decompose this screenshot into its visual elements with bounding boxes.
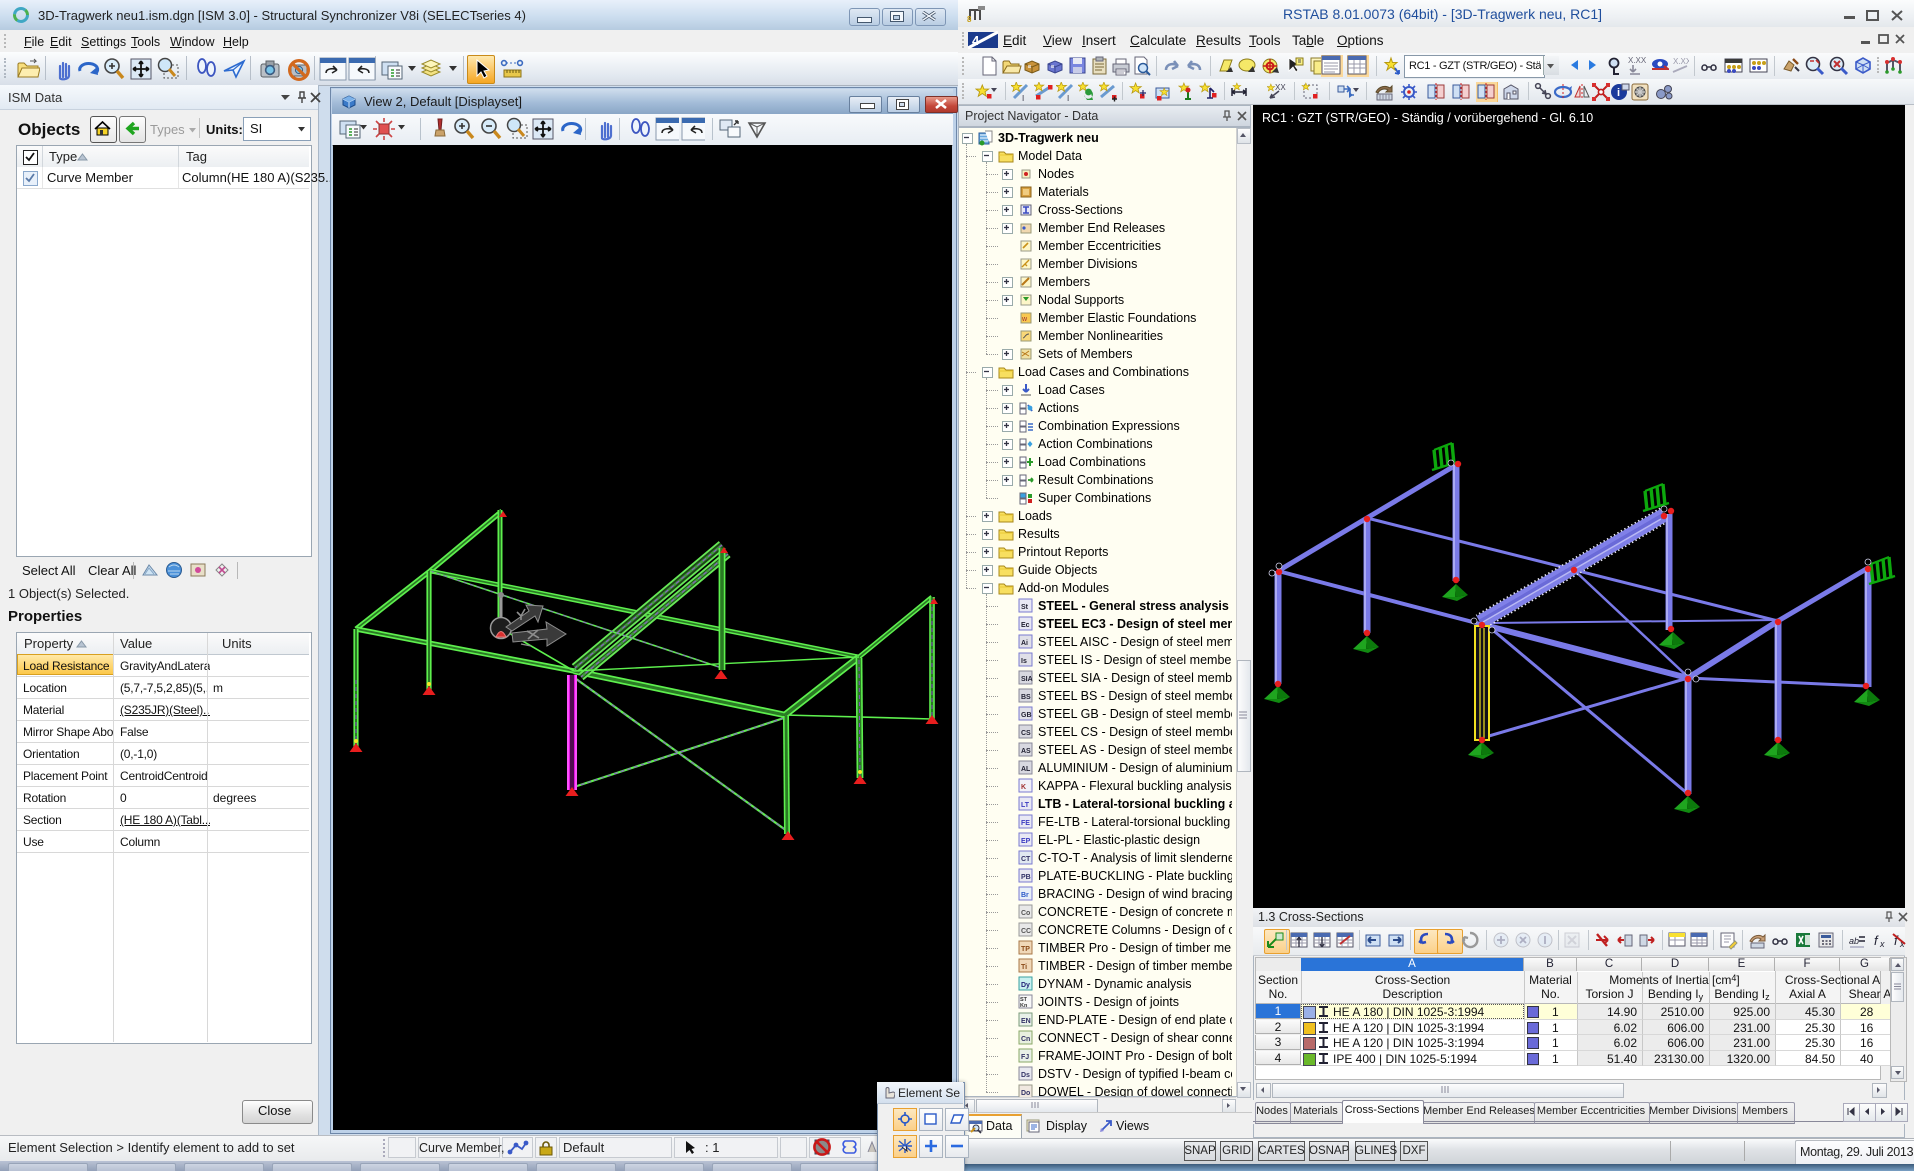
svg-text:X.XX: X.XX (1628, 56, 1646, 65)
svg-text:Kn: Kn (1020, 1003, 1028, 1009)
svg-text:f: f (1874, 933, 1879, 948)
svg-text:FE: FE (1021, 820, 1030, 827)
svg-text:AS: AS (1021, 748, 1031, 755)
svg-text:PB: PB (1021, 874, 1031, 881)
svg-text:I: I (1067, 94, 1069, 102)
svg-text:Ti: Ti (1021, 964, 1027, 971)
svg-text:8: 8 (967, 15, 972, 23)
svg-text:EP: EP (1021, 838, 1031, 845)
svg-text:FJ: FJ (1021, 1054, 1029, 1061)
svg-text:GB: GB (1021, 712, 1032, 719)
svg-text:i: i (1617, 87, 1620, 99)
svg-text:X.XX: X.XX (1673, 57, 1689, 66)
svg-text:SIA: SIA (1021, 676, 1033, 683)
svg-text:x: x (1879, 939, 1885, 949)
svg-text:Do: Do (1021, 1090, 1030, 1097)
svg-text:I: I (1022, 94, 1024, 102)
svg-text:w: w (1021, 316, 1028, 323)
svg-text:K: K (1021, 784, 1026, 791)
svg-text:EN: EN (1021, 1018, 1031, 1025)
svg-text:Co: Co (1021, 910, 1030, 917)
svg-text:Br: Br (1021, 892, 1029, 899)
svg-text:4: 4 (972, 33, 980, 48)
svg-text:TP: TP (1021, 946, 1030, 953)
svg-text:AL: AL (1021, 766, 1031, 773)
svg-text:Dy: Dy (1021, 982, 1030, 989)
svg-text:Cn: Cn (1021, 1036, 1030, 1043)
svg-text:LT: LT (1021, 802, 1030, 809)
svg-text:St: St (1021, 604, 1029, 611)
svg-text:Is: Is (1021, 658, 1027, 665)
svg-text:CC: CC (1021, 928, 1031, 935)
svg-text:CS: CS (1021, 730, 1031, 737)
svg-text:ab: ab (1849, 936, 1859, 946)
svg-text:Ai: Ai (1021, 640, 1028, 647)
svg-text:Ec: Ec (1021, 622, 1030, 629)
svg-text:CT: CT (1021, 856, 1031, 863)
svg-text:XX: XX (1275, 83, 1286, 92)
svg-text:Ds: Ds (1021, 1072, 1030, 1079)
svg-text:BS: BS (1021, 694, 1031, 701)
